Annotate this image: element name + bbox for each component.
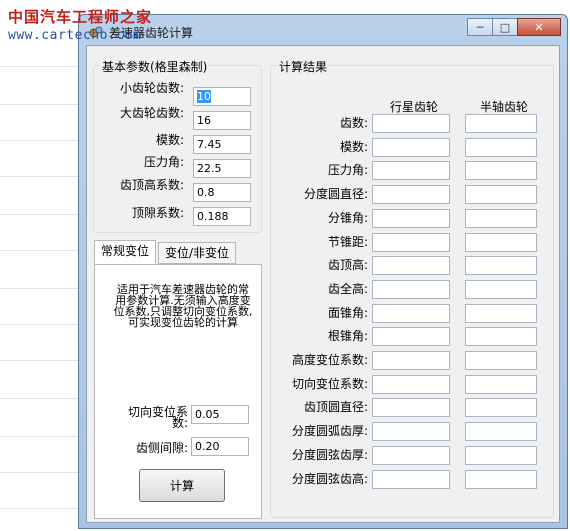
result-label: 分度圆弦齿高: [291, 471, 368, 486]
basic-param-input[interactable]: 10 [193, 87, 251, 106]
watermark-brand: 中国汽车工程师之家 [8, 8, 153, 26]
result-planet-field[interactable] [372, 351, 450, 370]
result-label: 高度变位系数: [291, 353, 368, 367]
title-bar[interactable]: 差速器齿轮计算 ─ □ ✕ [79, 15, 567, 45]
result-label: 切向变位系数: [291, 376, 368, 391]
column-header-planet: 行星齿轮 [390, 100, 439, 114]
result-planet-field[interactable] [372, 279, 450, 299]
basic-param-input[interactable]: 0.188 [193, 207, 251, 226]
tab-shift-nonshift[interactable]: 变位/非变位 [158, 242, 236, 264]
basic-param-input[interactable]: 0.8 [193, 183, 251, 202]
basic-param-label: 压力角: [143, 155, 184, 169]
basic-param-input[interactable]: 16 [193, 111, 251, 130]
close-button[interactable]: ✕ [517, 18, 561, 36]
result-label: 齿数: [339, 116, 368, 130]
result-half-shaft-field[interactable] [465, 422, 537, 442]
result-label: 分度圆弧齿厚: [291, 424, 368, 439]
result-label: 齿顶圆直径: [303, 400, 368, 415]
watermark-url: www.cartecho.com [8, 28, 142, 43]
tab-panel-regular: 适用于汽车差速器齿轮的常用参数计算.无须输入高度变位系数,只调整切向变位系数,可… [94, 264, 262, 519]
result-planet-field[interactable] [372, 445, 450, 465]
result-planet-field[interactable] [372, 232, 450, 252]
app-window: 差速器齿轮计算 ─ □ ✕ 基本参数(格里森制) 小齿轮齿数: 10 大齿轮齿数: 1… [78, 14, 568, 529]
result-label: 分度圆弦齿厚: [291, 447, 368, 462]
backlash-input[interactable] [191, 437, 249, 456]
result-half-shaft-field[interactable] [465, 469, 537, 489]
tab-description: 适用于汽车差速器齿轮的常用参数计算.无须输入高度变位系数,只调整切向变位系数,可… [113, 283, 253, 329]
basic-param-value: 10 [197, 90, 211, 103]
basic-param-label: 大齿轮齿数: [119, 106, 184, 120]
result-label: 模数: [339, 139, 368, 154]
result-half-shaft-field[interactable] [465, 327, 537, 347]
result-planet-field[interactable] [372, 469, 450, 489]
result-label: 分锥角: [327, 210, 368, 225]
result-label: 分度圆直径: [303, 187, 368, 202]
basic-param-input[interactable]: 7.45 [193, 135, 251, 154]
basic-param-value: 22.5 [197, 162, 222, 175]
basic-param-label: 小齿轮齿数: [119, 81, 184, 95]
basic-param-value: 7.45 [197, 138, 222, 151]
basic-param-label: 齿顶高系数: [119, 178, 184, 192]
result-half-shaft-field[interactable] [465, 398, 537, 418]
result-half-shaft-field[interactable] [465, 303, 537, 323]
watermark: 中国汽车工程师之家 www.cartecho.com [8, 6, 152, 43]
maximize-button[interactable]: □ [492, 18, 518, 36]
result-half-shaft-field[interactable] [465, 208, 537, 228]
result-half-shaft-field[interactable] [465, 185, 537, 205]
backlash-label: 齿侧间隙: [135, 441, 188, 455]
basic-params-title: 基本参数(格里森制) [100, 58, 210, 75]
basic-param-label: 顶隙系数: [131, 206, 184, 220]
tangential-shift-input[interactable] [191, 405, 249, 424]
result-planet-field[interactable] [372, 137, 450, 157]
result-label: 节锥距: [327, 234, 368, 249]
basic-param-value: 16 [197, 114, 211, 127]
result-planet-field[interactable] [372, 185, 450, 205]
result-planet-field[interactable] [372, 161, 450, 181]
result-half-shaft-field[interactable] [465, 256, 537, 276]
result-planet-field[interactable] [372, 327, 450, 347]
result-half-shaft-field[interactable] [465, 114, 537, 133]
minimize-button[interactable]: ─ [467, 18, 493, 36]
result-planet-field[interactable] [372, 374, 450, 394]
result-label: 压力角: [327, 163, 368, 178]
result-planet-field[interactable] [372, 422, 450, 442]
basic-param-input[interactable]: 22.5 [193, 159, 251, 178]
basic-param-value: 0.8 [197, 186, 215, 199]
result-planet-field[interactable] [372, 114, 450, 133]
result-half-shaft-field[interactable] [465, 137, 537, 157]
result-half-shaft-field[interactable] [465, 445, 537, 465]
results-title: 计算结果 [277, 58, 330, 75]
window-client-area: 基本参数(格里森制) 小齿轮齿数: 10 大齿轮齿数: 16 模数: 7.45 压力角: 22… [86, 45, 560, 523]
result-planet-field[interactable] [372, 256, 450, 276]
result-half-shaft-field[interactable] [465, 279, 537, 299]
result-planet-field[interactable] [372, 398, 450, 418]
result-half-shaft-field[interactable] [465, 351, 537, 370]
result-planet-field[interactable] [372, 303, 450, 323]
tab-strip: 常规变位 变位/非变位 [94, 240, 266, 266]
result-half-shaft-field[interactable] [465, 161, 537, 181]
basic-param-label: 模数: [155, 133, 184, 147]
calculate-button[interactable]: 计算 [139, 469, 225, 502]
result-label: 齿全高: [327, 281, 368, 296]
result-label: 根锥角: [327, 329, 368, 344]
basic-param-value: 0.188 [197, 210, 229, 223]
result-label: 齿顶高: [327, 258, 368, 273]
result-half-shaft-field[interactable] [465, 232, 537, 252]
tangential-shift-label: 切向变位系数: [127, 405, 188, 430]
column-header-half-shaft: 半轴齿轮 [480, 100, 529, 114]
result-half-shaft-field[interactable] [465, 374, 537, 394]
result-planet-field[interactable] [372, 208, 450, 228]
tab-regular-shift[interactable]: 常规变位 [94, 240, 156, 264]
result-label: 面锥角: [327, 305, 368, 320]
